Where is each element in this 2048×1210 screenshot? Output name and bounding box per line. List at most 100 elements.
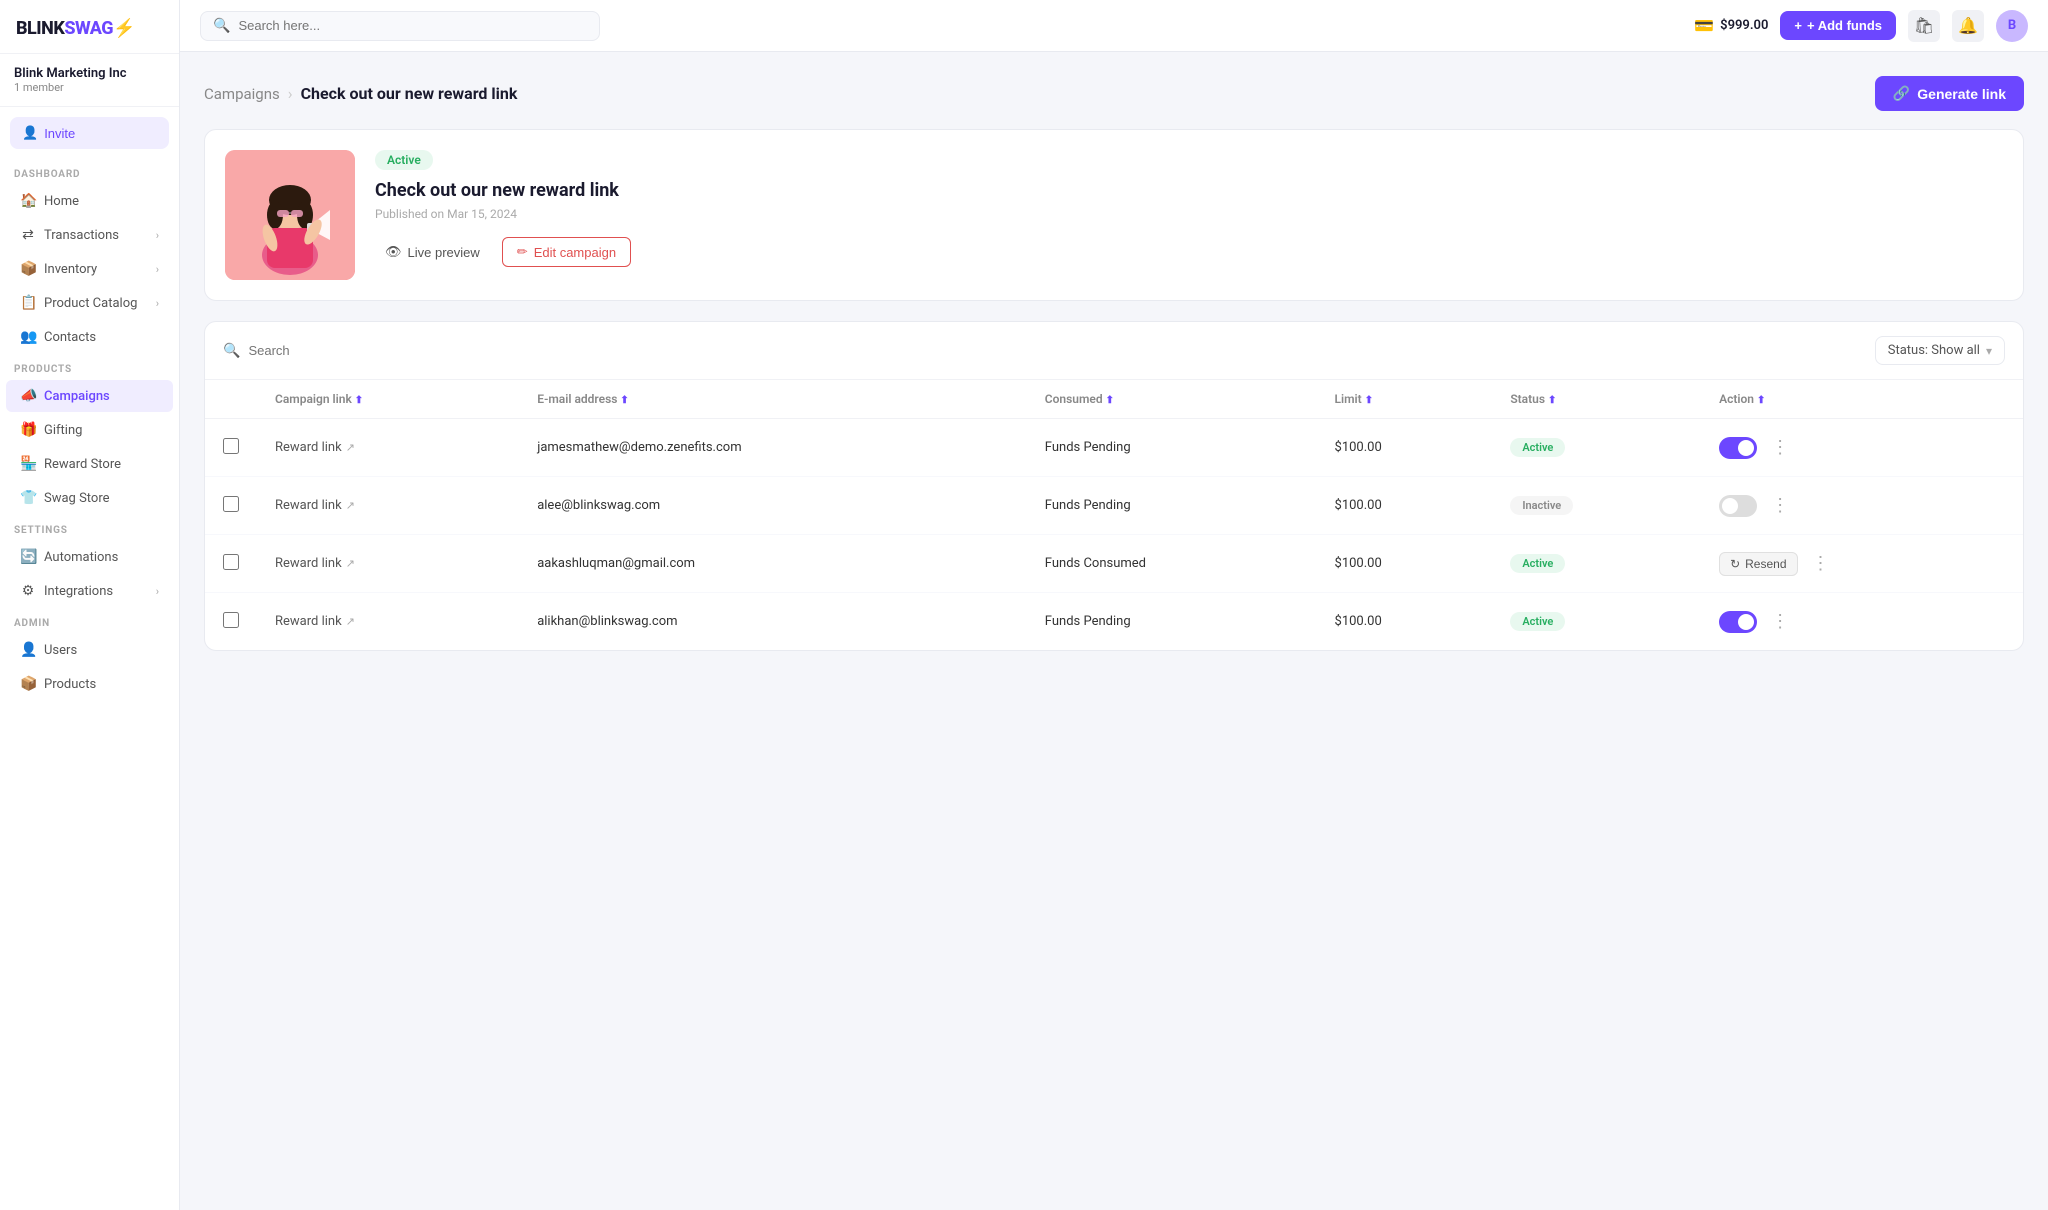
sidebar-item-products[interactable]: 📦 Products bbox=[6, 668, 173, 700]
action-cell: ↻ Resend ⋮ bbox=[1719, 549, 2005, 578]
sort-icon[interactable]: ⬆ bbox=[1548, 395, 1556, 406]
sidebar-item-integrations[interactable]: ⚙ Integrations › bbox=[6, 575, 173, 607]
col-consumed: Consumed ⬆ bbox=[1027, 380, 1317, 419]
sort-icon[interactable]: ⬆ bbox=[1757, 395, 1765, 406]
plus-icon: + bbox=[1794, 18, 1802, 33]
row-limit-cell: $100.00 bbox=[1317, 593, 1493, 651]
toggle-slider bbox=[1719, 495, 1757, 517]
external-link-icon[interactable]: ↗ bbox=[346, 441, 355, 454]
row-checkbox[interactable] bbox=[223, 554, 239, 570]
swag-store-icon: 👕 bbox=[20, 490, 36, 506]
status-toggle[interactable] bbox=[1719, 611, 1757, 633]
breadcrumb-action-area: 🔗 Generate link bbox=[1875, 76, 2024, 111]
reward-link: Reward link ↗ bbox=[275, 556, 501, 571]
row-action-cell: ⋮ bbox=[1701, 419, 2023, 477]
sidebar-item-swag-store[interactable]: 👕 Swag Store bbox=[6, 482, 173, 514]
consumed-status: Funds Pending bbox=[1045, 614, 1131, 629]
sidebar-item-label: Gifting bbox=[44, 423, 82, 438]
generate-link-button[interactable]: 🔗 Generate link bbox=[1875, 76, 2024, 111]
sidebar-item-label: Transactions bbox=[44, 228, 119, 243]
more-options-button[interactable]: ⋮ bbox=[1765, 491, 1795, 520]
row-email-cell: jamesmathew@demo.zenefits.com bbox=[519, 419, 1027, 477]
more-options-button[interactable]: ⋮ bbox=[1806, 549, 1836, 578]
sort-icon[interactable]: ⬆ bbox=[355, 395, 363, 406]
breadcrumb: Campaigns › Check out our new reward lin… bbox=[204, 76, 2024, 111]
contacts-icon: 👥 bbox=[20, 329, 36, 345]
col-checkbox bbox=[205, 380, 257, 419]
link-icon: 🔗 bbox=[1893, 85, 1910, 102]
sidebar-item-gifting[interactable]: 🎁 Gifting bbox=[6, 414, 173, 446]
reward-link-text: Reward link bbox=[275, 614, 342, 629]
row-checkbox-cell bbox=[205, 419, 257, 477]
sidebar-item-users[interactable]: 👤 Users bbox=[6, 634, 173, 666]
limit-amount: $100.00 bbox=[1335, 556, 1382, 571]
sidebar-item-automations[interactable]: 🔄 Automations bbox=[6, 541, 173, 573]
notifications-icon-button[interactable]: 🔔 bbox=[1952, 10, 1984, 42]
row-checkbox[interactable] bbox=[223, 612, 239, 628]
sidebar-item-label: Swag Store bbox=[44, 491, 110, 506]
products-icon: 📦 bbox=[20, 676, 36, 692]
table-search-input[interactable] bbox=[248, 343, 1862, 358]
chevron-icon: › bbox=[156, 263, 159, 276]
col-limit: Limit ⬆ bbox=[1317, 380, 1493, 419]
search-bar[interactable]: 🔍 bbox=[200, 11, 600, 41]
row-checkbox[interactable] bbox=[223, 496, 239, 512]
col-status: Status ⬆ bbox=[1492, 380, 1701, 419]
row-checkbox[interactable] bbox=[223, 438, 239, 454]
sidebar-item-contacts[interactable]: 👥 Contacts bbox=[6, 321, 173, 353]
edit-campaign-button[interactable]: ✏ Edit campaign bbox=[502, 237, 631, 267]
sort-icon[interactable]: ⬆ bbox=[1106, 395, 1114, 406]
more-options-button[interactable]: ⋮ bbox=[1765, 433, 1795, 462]
live-preview-button[interactable]: 👁 Live preview bbox=[375, 238, 490, 266]
reward-link-text: Reward link bbox=[275, 498, 342, 513]
invite-button[interactable]: 👤 Invite bbox=[10, 117, 169, 149]
breadcrumb-current: Check out our new reward link bbox=[301, 84, 518, 103]
sidebar-item-product-catalog[interactable]: 📋 Product Catalog › bbox=[6, 287, 173, 319]
more-options-button[interactable]: ⋮ bbox=[1765, 607, 1795, 636]
external-link-icon[interactable]: ↗ bbox=[346, 499, 355, 512]
row-link-cell: Reward link ↗ bbox=[257, 535, 519, 593]
sidebar-item-reward-store[interactable]: 🏪 Reward Store bbox=[6, 448, 173, 480]
table-row: Reward link ↗ alikhan@blinkswag.com Fund… bbox=[205, 593, 2023, 651]
sort-icon[interactable]: ⬆ bbox=[620, 395, 628, 406]
inventory-icon: 📦 bbox=[20, 261, 36, 277]
sort-icon[interactable]: ⬆ bbox=[1365, 395, 1373, 406]
main-content: 🔍 💳 $999.00 + + Add funds 🛍 🔔 B bbox=[180, 0, 2048, 1210]
external-link-icon[interactable]: ↗ bbox=[346, 615, 355, 628]
breadcrumb-parent[interactable]: Campaigns bbox=[204, 85, 280, 103]
search-input[interactable] bbox=[238, 18, 587, 33]
sidebar-item-label: Inventory bbox=[44, 262, 97, 277]
table-search-bar[interactable]: 🔍 bbox=[223, 343, 1863, 359]
row-consumed-cell: Funds Pending bbox=[1027, 419, 1317, 477]
row-action-cell: ⋮ bbox=[1701, 477, 2023, 535]
row-consumed-cell: Funds Pending bbox=[1027, 477, 1317, 535]
reward-link: Reward link ↗ bbox=[275, 440, 501, 455]
sidebar-item-label: Product Catalog bbox=[44, 296, 137, 311]
resend-button[interactable]: ↻ Resend bbox=[1719, 552, 1797, 576]
row-link-cell: Reward link ↗ bbox=[257, 593, 519, 651]
status-filter-dropdown[interactable]: Status: Show all ▾ bbox=[1875, 336, 2005, 365]
status-badge: Active bbox=[1510, 438, 1565, 457]
sidebar-item-home[interactable]: 🏠 Home bbox=[6, 185, 173, 217]
status-badge: Inactive bbox=[1510, 496, 1573, 515]
row-limit-cell: $100.00 bbox=[1317, 535, 1493, 593]
logo: BLINKSWAG⚡ bbox=[0, 0, 179, 54]
add-funds-button[interactable]: + + Add funds bbox=[1780, 11, 1896, 40]
org-section: Blink Marketing Inc 1 member bbox=[0, 54, 179, 107]
transactions-icon: ⇄ bbox=[20, 227, 36, 243]
cart-icon-button[interactable]: 🛍 bbox=[1908, 10, 1940, 42]
row-email-cell: aakashluqman@gmail.com bbox=[519, 535, 1027, 593]
sidebar-item-label: Products bbox=[44, 677, 96, 692]
nav-section-settings: SETTINGS bbox=[0, 515, 179, 540]
sidebar-item-inventory[interactable]: 📦 Inventory › bbox=[6, 253, 173, 285]
sidebar-item-campaigns[interactable]: 📣 Campaigns bbox=[6, 380, 173, 412]
search-icon: 🔍 bbox=[213, 18, 230, 34]
user-avatar[interactable]: B bbox=[1996, 10, 2028, 42]
external-link-icon[interactable]: ↗ bbox=[346, 557, 355, 570]
status-toggle[interactable] bbox=[1719, 437, 1757, 459]
col-campaign-link: Campaign link ⬆ bbox=[257, 380, 519, 419]
chevron-icon: › bbox=[156, 229, 159, 242]
sidebar-item-transactions[interactable]: ⇄ Transactions › bbox=[6, 219, 173, 251]
status-toggle[interactable] bbox=[1719, 495, 1757, 517]
nav-section-products: PRODUCTS bbox=[0, 354, 179, 379]
